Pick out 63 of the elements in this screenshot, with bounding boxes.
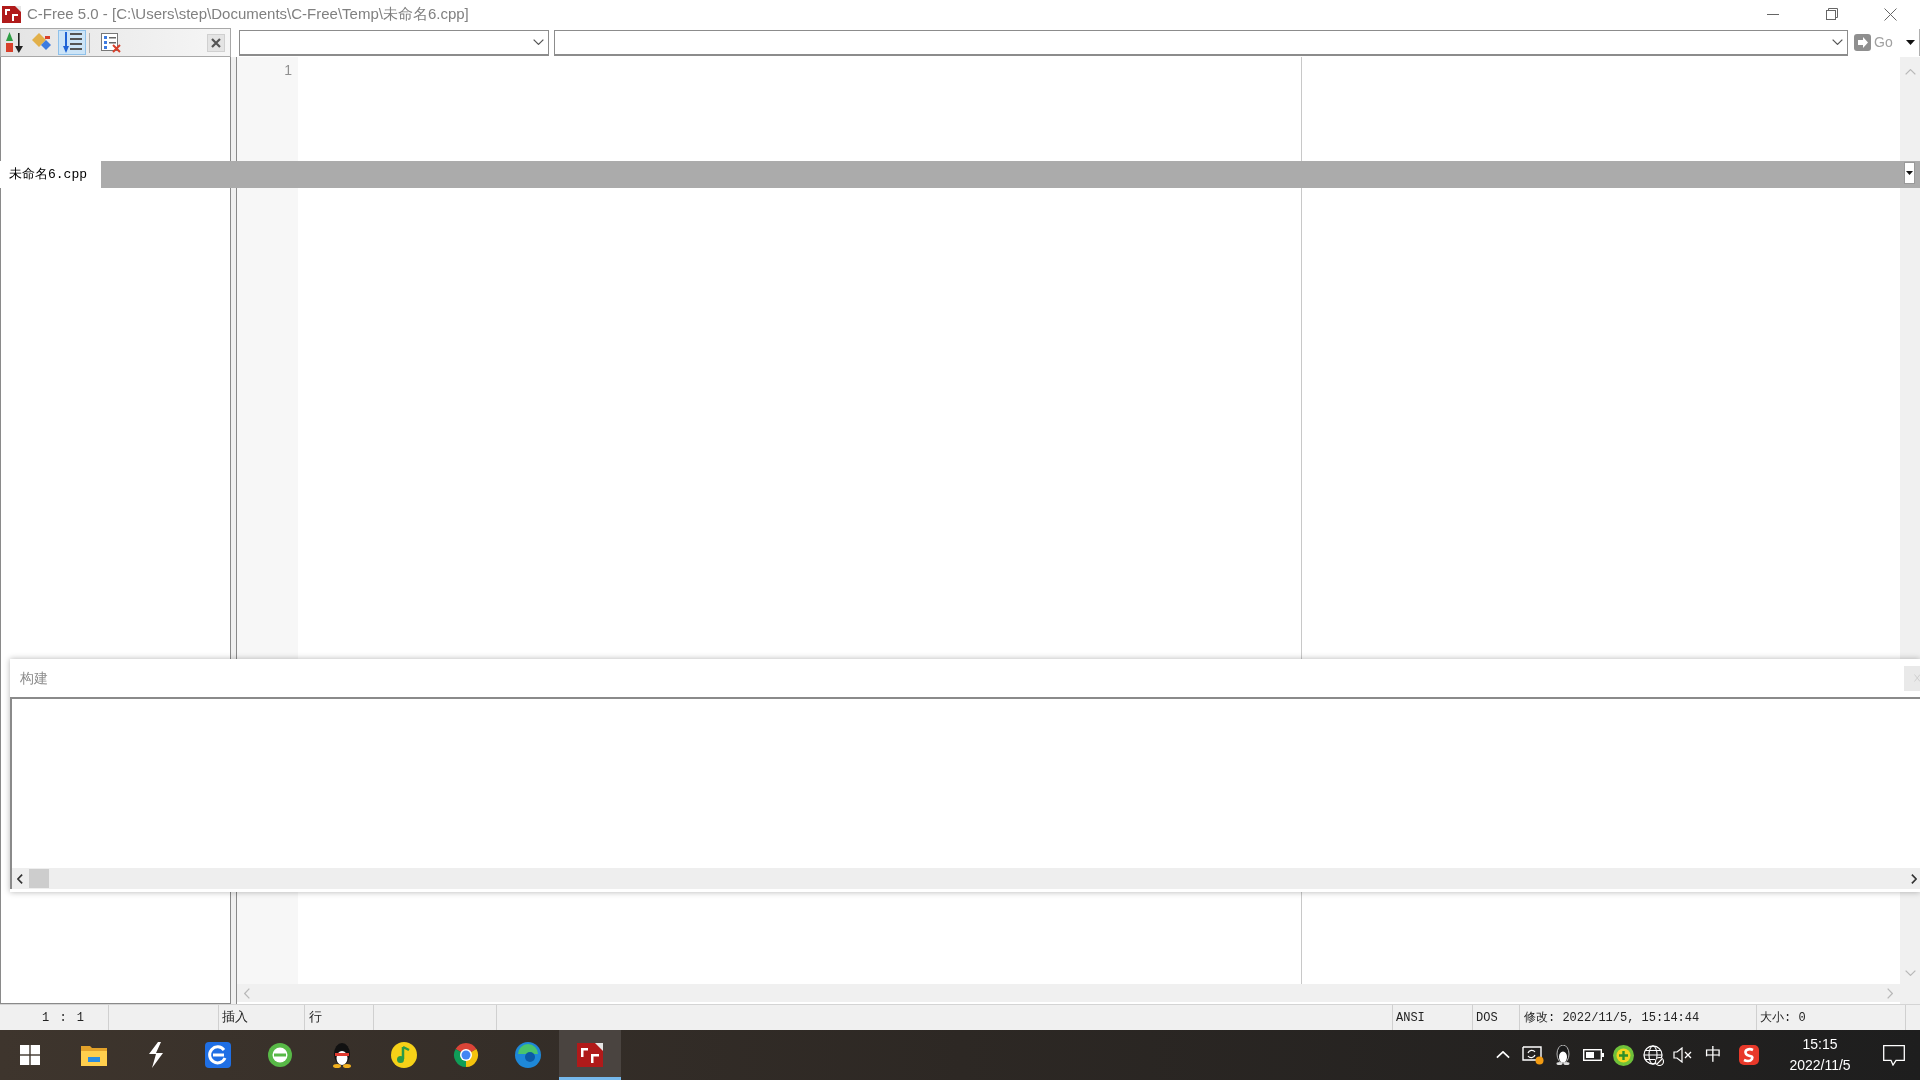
taskbar-app-button[interactable] [559,1030,621,1080]
sort-icon [4,32,24,53]
tags-icon [31,33,53,52]
toolbar-button[interactable] [58,30,86,55]
arrow-tile-icon [1854,34,1871,51]
toolbar-button[interactable] [99,30,123,55]
close-icon [211,37,221,48]
list-icon [62,32,82,53]
document-tab[interactable]: 未命名6.cpp [0,161,101,188]
tile-app-icon [205,1042,231,1068]
line-number: 1 [284,61,292,79]
swirl-icon [515,1042,541,1068]
windows-icon [20,1045,40,1065]
chevron-right-icon [1911,873,1917,884]
tray-logo-icon [1739,1045,1759,1065]
chevron-left-icon [244,987,250,999]
checklist-icon [101,32,121,53]
wheel-icon [453,1042,479,1068]
chevron-up-icon [1496,1051,1510,1059]
insert-mode: 插入 [222,1008,248,1027]
chevron-down-icon [533,39,544,45]
scrollbar[interactable] [1900,57,1920,161]
panel-title: 构建 [20,668,48,688]
mute-icon [1673,1047,1693,1063]
penguin-icon [331,1042,353,1068]
unit-label: 行 [309,1008,322,1027]
battery-icon [1582,1049,1604,1061]
line-ending-label: DOS [1476,1009,1498,1027]
chevron-up-icon [1904,69,1916,75]
folder-icon [81,1044,107,1066]
restore-icon [1825,8,1838,20]
penguin-icon [1555,1045,1571,1065]
close-icon [1914,674,1920,682]
window-title: C-Free 5.0 - [C:\Users\step\Documents\C-Free\Temp\未命名6.cpp] [27,3,469,24]
chevron-down-icon [1832,39,1843,45]
music-note-icon [391,1042,417,1068]
lightning-icon [148,1042,164,1068]
chevron-down-icon [1904,970,1916,976]
scrollbar-thumb[interactable] [29,869,49,888]
caret-icon [1906,40,1915,45]
dropdown-field[interactable] [554,29,1848,56]
close-button[interactable] [207,33,225,52]
chevron-right-icon [1887,987,1893,999]
clock-button[interactable]: 15:15 2022/11/5 [1772,1030,1868,1080]
input-method-indicator[interactable]: 中 [1698,1030,1728,1080]
chevron-left-icon [17,873,23,884]
tab-list-button[interactable] [1904,162,1915,184]
notification-icon [1883,1044,1905,1066]
modified-time: 修改: 2022/11/5, 15:14:44 [1524,1009,1700,1027]
encoding-label: ANSI [1396,1009,1425,1027]
plus-circle-icon [1612,1044,1634,1066]
globe-icon [1642,1044,1664,1066]
minimize-icon [1766,13,1779,15]
dropdown-field[interactable] [239,29,549,56]
monitor-sync-icon [1522,1045,1544,1065]
scrollbar[interactable] [12,868,1920,889]
app-logo-icon [577,1043,603,1067]
caret-icon [1906,171,1913,175]
file-size: 大小: 0 [1760,1009,1806,1027]
ring-app-icon [267,1042,293,1068]
close-icon [1884,7,1897,21]
cursor-position: 1 : 1 [42,1009,84,1027]
scrollbar[interactable] [237,984,1900,1002]
